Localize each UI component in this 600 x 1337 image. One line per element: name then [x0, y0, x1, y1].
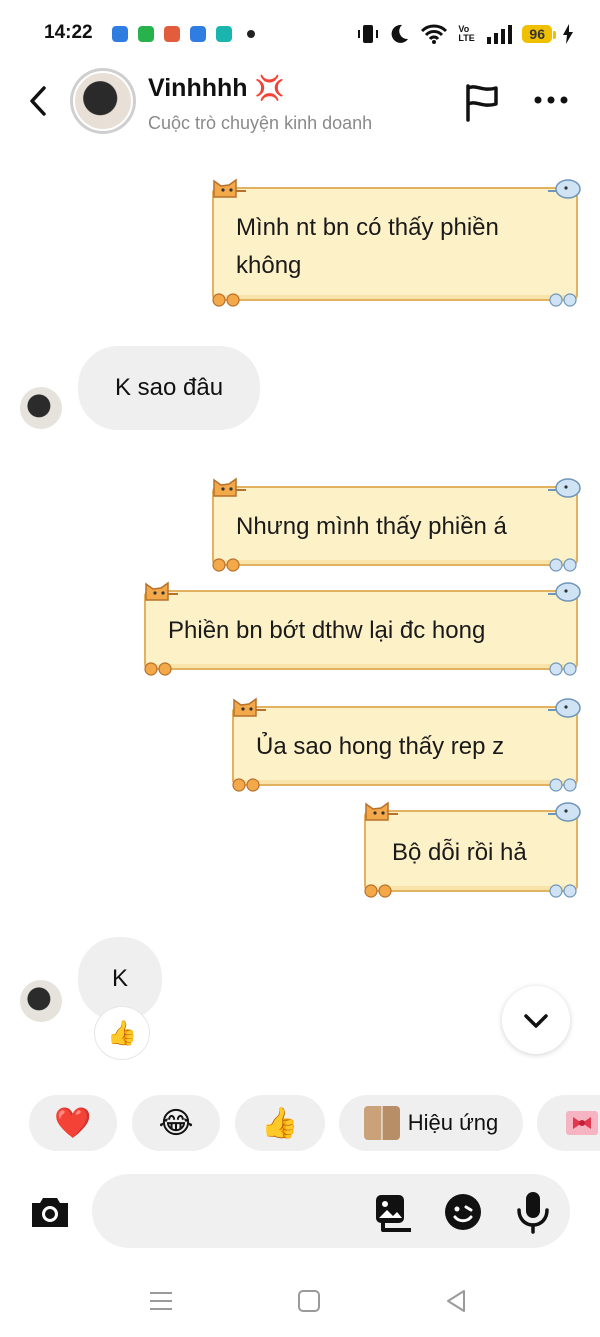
cat-head-icon: [365, 801, 398, 821]
moon-icon: [392, 24, 409, 43]
sent-message-bubble[interactable]: Phiền bn bớt dthw lại đc hong: [144, 581, 581, 676]
message-reaction[interactable]: 👍: [94, 1006, 150, 1060]
cat-paws-icon: [364, 884, 392, 898]
contact-name[interactable]: Vinhhhh 💢: [148, 74, 284, 103]
message-input[interactable]: [92, 1174, 570, 1248]
quick-reaction-gift[interactable]: [537, 1095, 600, 1151]
dog-head-icon: [548, 478, 581, 498]
message-text: Bộ dỗi rồi hả: [392, 839, 527, 866]
status-icons: Vo LTE 96: [358, 20, 574, 48]
thumbs-up-icon: 👍: [261, 1106, 299, 1140]
contact-small-avatar[interactable]: [20, 980, 62, 1022]
back-arrow-icon[interactable]: [22, 82, 56, 120]
message-text: Ủa sao hong thấy rep z: [256, 733, 505, 760]
scroll-to-bottom-button[interactable]: [502, 986, 570, 1054]
dog-head-icon: [548, 802, 581, 822]
gift-bow-icon: [566, 1111, 598, 1135]
back-nav-icon[interactable]: [441, 1286, 471, 1316]
contact-avatar[interactable]: [70, 68, 136, 134]
message-text-line-1: Mình nt bn có thấy phiền: [236, 214, 499, 241]
charging-icon: [563, 24, 573, 44]
effects-thumbnail-icon: [363, 1106, 400, 1140]
cat-head-icon: [145, 581, 178, 601]
sticker-icon[interactable]: [443, 1192, 483, 1232]
laughing-face-icon: 😂: [158, 1106, 194, 1140]
message-text-line-2: không: [236, 252, 302, 279]
chat-app-icon: [190, 26, 206, 42]
gallery-icon[interactable]: [373, 1192, 413, 1232]
signal-icon: [487, 25, 513, 44]
more-options-icon[interactable]: [530, 90, 570, 110]
cat-head-icon: [233, 697, 266, 717]
contact-small-avatar[interactable]: [20, 387, 62, 429]
anger-emoji: 💢: [254, 75, 285, 102]
photos-app-icon: [164, 26, 180, 42]
microphone-icon[interactable]: [515, 1190, 551, 1234]
dog-head-icon: [548, 698, 581, 718]
sent-message-bubble[interactable]: Nhưng mình thấy phiền á: [212, 477, 581, 572]
message-text: K sao đâu: [114, 374, 224, 401]
quick-reaction-heart[interactable]: ❤️: [29, 1095, 117, 1151]
quick-reaction-laugh[interactable]: 😂: [132, 1095, 220, 1151]
dog-paws-icon: [549, 778, 577, 792]
grid-app-icon: [138, 26, 154, 42]
sent-message-bubble[interactable]: Ủa sao hong thấy rep z: [232, 697, 581, 792]
message-text: K: [111, 965, 128, 992]
status-time: 14:22: [44, 22, 93, 43]
dog-head-icon: [548, 582, 581, 602]
message-text: Phiền bn bớt dthw lại đc hong: [168, 617, 486, 644]
vibrate-icon: [358, 25, 379, 43]
cat-paws-icon: [232, 778, 260, 792]
heart-icon: ❤️: [54, 1106, 92, 1140]
dog-paws-icon: [549, 662, 577, 676]
thumbs-up-reaction-icon: 👍: [107, 1019, 137, 1047]
dog-paws-icon: [549, 884, 577, 898]
volte-label: Vo LTE: [458, 24, 475, 43]
sent-message-bubble[interactable]: Bộ dỗi rồi hả: [364, 801, 581, 898]
recent-apps-icon[interactable]: [146, 1286, 176, 1316]
cat-paws-icon: [144, 662, 172, 676]
quick-reaction-thumbs-up[interactable]: 👍: [235, 1095, 325, 1151]
effects-button[interactable]: Hiệu ứng: [339, 1095, 523, 1151]
camera-icon[interactable]: [28, 1191, 72, 1231]
sent-message-bubble[interactable]: Mình nt bn có thấy phiền không: [212, 178, 581, 307]
dog-head-icon: [548, 179, 581, 199]
cat-paws-icon: [212, 293, 240, 307]
cat-paws-icon: [212, 558, 240, 572]
contact-name-text: Vinhhhh: [148, 74, 248, 102]
cat-head-icon: [213, 178, 246, 198]
cat-head-icon: [213, 477, 246, 497]
dog-paws-icon: [549, 293, 577, 307]
messenger-app-icon: [112, 26, 128, 42]
battery-indicator: 96: [522, 25, 556, 43]
conversation-type-label: Cuộc trò chuyện kinh doanh: [148, 113, 373, 133]
home-icon[interactable]: [294, 1286, 324, 1316]
message-text: Mình nt bn có thấy phiền không: [236, 209, 558, 285]
received-message-bubble[interactable]: K sao đâu: [78, 346, 260, 430]
flag-icon[interactable]: [462, 82, 502, 122]
shop-app-icon: [216, 26, 232, 42]
dog-paws-icon: [549, 558, 577, 572]
message-text: Nhưng mình thấy phiền á: [236, 513, 507, 540]
wifi-icon: [421, 24, 448, 44]
more-notifications-dot: [247, 30, 255, 38]
effects-label: Hiệu ứng: [407, 1110, 499, 1135]
